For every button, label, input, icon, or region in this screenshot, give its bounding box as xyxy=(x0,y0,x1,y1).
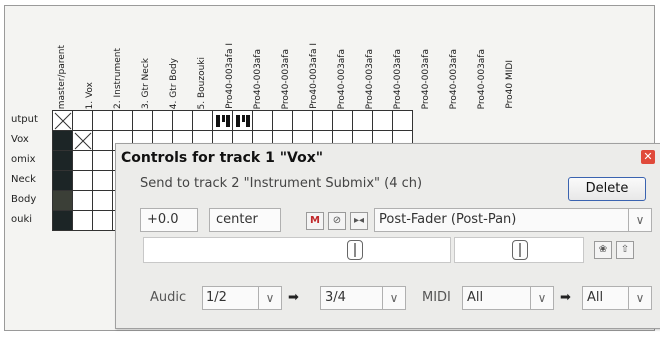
audio-label: Audic xyxy=(150,290,187,305)
chevron-down-icon: ∨ xyxy=(628,287,651,309)
route-cell[interactable] xyxy=(92,130,113,151)
midi-dest-select[interactable]: All ∨ xyxy=(582,286,652,310)
route-cell[interactable] xyxy=(352,110,373,131)
row-label: omix xyxy=(11,154,36,165)
pan-field[interactable]: center xyxy=(209,208,281,232)
midi-dest-value: All xyxy=(587,290,604,305)
level-meter-icon xyxy=(216,115,230,127)
row-label: Body xyxy=(11,194,37,205)
row-label: Vox xyxy=(11,134,29,145)
route-cell[interactable] xyxy=(232,110,253,131)
send-description: Send to track 2 "Instrument Submix" (4 c… xyxy=(140,176,423,191)
route-cell[interactable] xyxy=(212,110,233,131)
route-cell[interactable] xyxy=(52,190,73,211)
col-header: Pro40-003afa xyxy=(393,48,403,109)
arrow-right-icon: ➡ xyxy=(288,290,299,305)
track-controls-dialog: Controls for track 1 "Vox" ✕ Send to tra… xyxy=(115,143,660,329)
route-cell[interactable] xyxy=(52,130,73,151)
col-header: 3. Gtr Neck xyxy=(141,58,151,109)
chevron-down-icon: ∨ xyxy=(382,287,405,309)
route-cell[interactable] xyxy=(332,110,353,131)
route-icon[interactable]: ⇧ xyxy=(616,241,634,259)
row-label: utput xyxy=(11,114,38,125)
col-header: Pro40-003afa I xyxy=(309,43,319,109)
col-header: 1. Vox xyxy=(85,81,95,109)
route-cell[interactable] xyxy=(272,110,293,131)
x-cross-icon xyxy=(54,112,72,130)
route-cell[interactable] xyxy=(312,110,333,131)
col-header: Pro40-003afa xyxy=(253,48,263,109)
row-label: Neck xyxy=(11,174,36,185)
route-cell[interactable] xyxy=(172,110,193,131)
route-cell[interactable] xyxy=(132,110,153,131)
route-cell[interactable] xyxy=(92,170,113,191)
route-cell[interactable] xyxy=(112,110,133,131)
volume-field[interactable]: +0.0 xyxy=(140,208,198,232)
pan-slider[interactable] xyxy=(454,237,584,263)
route-cell[interactable] xyxy=(92,210,113,231)
route-cell[interactable] xyxy=(72,110,93,131)
route-cell[interactable] xyxy=(72,190,93,211)
route-cell[interactable] xyxy=(92,190,113,211)
col-header: 2. Instrument xyxy=(113,48,123,109)
delete-button[interactable]: Delete xyxy=(568,177,646,201)
col-header: Pro40-003afa xyxy=(365,48,375,109)
chevron-down-icon: ∨ xyxy=(628,209,651,231)
midi-label: MIDI xyxy=(422,290,451,305)
volume-slider[interactable] xyxy=(143,237,451,263)
route-cell[interactable] xyxy=(252,110,273,131)
mono-stereo-icon[interactable]: ▸◂ xyxy=(350,212,368,230)
audio-source-value: 1/2 xyxy=(206,290,227,305)
chevron-down-icon: ∨ xyxy=(258,287,281,309)
row-label: ouki xyxy=(11,214,33,225)
close-icon[interactable]: ✕ xyxy=(641,150,655,164)
chevron-down-icon: ∨ xyxy=(530,287,553,309)
pan-slider-thumb[interactable] xyxy=(512,240,528,260)
route-cell[interactable] xyxy=(52,110,73,131)
route-cell[interactable] xyxy=(52,170,73,191)
route-cell[interactable] xyxy=(72,210,93,231)
route-cell[interactable] xyxy=(72,170,93,191)
midi-source-value: All xyxy=(467,290,484,305)
route-cell[interactable] xyxy=(192,110,213,131)
col-header: Pro40-003afa I xyxy=(225,43,235,109)
mute-button[interactable]: M xyxy=(306,212,324,230)
arrow-right-icon: ➡ xyxy=(560,290,571,305)
col-header: 4. Gtr Body xyxy=(169,57,179,109)
route-cell[interactable] xyxy=(372,110,393,131)
col-header: Pro40-003afa xyxy=(281,48,291,109)
send-mode-select[interactable]: Post-Fader (Post-Pan) ∨ xyxy=(374,208,652,232)
level-meter-icon xyxy=(236,115,250,127)
x-cross-icon xyxy=(74,132,92,150)
col-header: Pro40-003afa xyxy=(337,48,347,109)
audio-dest-select[interactable]: 3/4 ∨ xyxy=(320,286,406,310)
col-header: Pro40-003afa xyxy=(421,48,431,109)
route-cell[interactable] xyxy=(292,110,313,131)
route-cell[interactable] xyxy=(92,150,113,171)
col-header: Pro40-003afa xyxy=(449,48,459,109)
midi-source-select[interactable]: All ∨ xyxy=(462,286,554,310)
audio-dest-value: 3/4 xyxy=(325,290,346,305)
envelope-icon[interactable]: ❀ xyxy=(594,241,612,259)
dialog-title: Controls for track 1 "Vox" xyxy=(121,150,324,166)
route-cell[interactable] xyxy=(152,110,173,131)
send-mode-value: Post-Fader (Post-Pan) xyxy=(379,212,517,227)
audio-source-select[interactable]: 1/2 ∨ xyxy=(202,286,282,310)
phase-icon[interactable]: ⊘ xyxy=(328,212,346,230)
column-headers: master/parent 1. Vox 2. Instrument 3. Gt… xyxy=(54,6,574,109)
route-cell[interactable] xyxy=(72,130,93,151)
route-cell[interactable] xyxy=(52,150,73,171)
col-header: 5. Bouzouki xyxy=(197,56,207,109)
route-cell[interactable] xyxy=(392,110,413,131)
col-header: Pro40-003afa xyxy=(477,48,487,109)
volume-slider-thumb[interactable] xyxy=(347,240,363,260)
col-header: Pro40 MIDI xyxy=(505,60,515,109)
route-cell[interactable] xyxy=(92,110,113,131)
col-header: master/parent xyxy=(57,44,67,109)
route-cell[interactable] xyxy=(52,210,73,231)
route-cell[interactable] xyxy=(72,150,93,171)
